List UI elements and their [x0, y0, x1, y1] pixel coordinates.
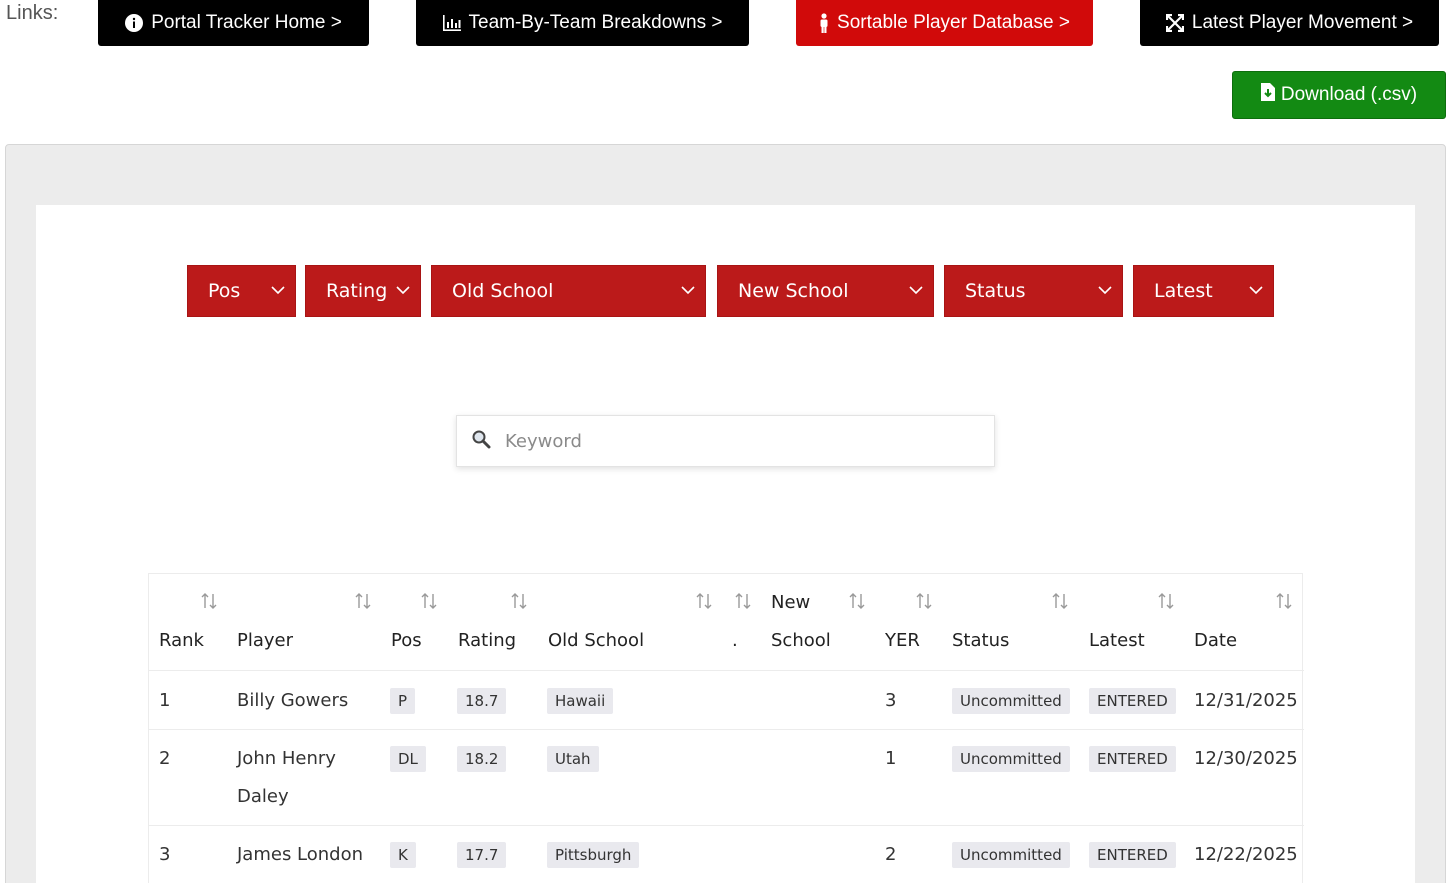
row-divider: [149, 825, 1304, 826]
arrows-expand-icon: [1165, 14, 1184, 32]
filter-old-school[interactable]: Old School: [431, 265, 706, 317]
download-csv-button[interactable]: Download (.csv): [1232, 71, 1446, 119]
cell-latest-tag: ENTERED: [1089, 688, 1176, 714]
column-header-date[interactable]: Date: [1194, 630, 1237, 651]
cell-old-school-tag: Pittsburgh: [547, 842, 640, 868]
sort-icon[interactable]: [735, 592, 751, 610]
chevron-down-icon: [681, 286, 695, 295]
filter-label: Status: [965, 280, 1026, 302]
cell-yer: 3: [885, 690, 897, 711]
cell-rating-tag: 18.7: [457, 688, 507, 714]
sort-icon[interactable]: [1276, 592, 1292, 610]
cell-rank: 1: [159, 690, 171, 711]
keyword-search[interactable]: [456, 415, 995, 467]
cell-rating-tag: 17.7: [457, 842, 507, 868]
cell-player[interactable]: Billy Gowers: [237, 690, 348, 711]
cell-status-tag: Uncommitted: [952, 842, 1070, 868]
download-label: Download (.csv): [1280, 84, 1418, 105]
cell-status-tag: Uncommitted: [952, 746, 1070, 772]
filter-rating[interactable]: Rating: [305, 265, 421, 317]
cell-date: 12/22/2025: [1194, 844, 1298, 865]
filter-pos[interactable]: Pos: [187, 265, 296, 317]
sort-icon[interactable]: [201, 592, 217, 610]
filter-label: New School: [738, 280, 849, 302]
cell-player[interactable]: James London: [237, 844, 363, 865]
header-divider: [149, 670, 1304, 671]
filter-latest[interactable]: Latest: [1133, 265, 1274, 317]
cell-date: 12/31/2025: [1194, 690, 1298, 711]
sort-icon[interactable]: [511, 592, 527, 610]
cell-pos-tag: P: [390, 688, 416, 714]
column-header-dot[interactable]: .: [732, 630, 738, 651]
info-circle-icon: [125, 14, 144, 32]
column-header-new-school-line2[interactable]: School: [771, 630, 831, 651]
cell-old-school-tag: Hawaii: [547, 688, 614, 714]
search-input[interactable]: [505, 430, 975, 452]
filter-label: Latest: [1154, 280, 1213, 302]
column-header-old-school[interactable]: Old School: [548, 630, 644, 651]
column-header-rating[interactable]: Rating: [458, 630, 516, 651]
cell-yer: 2: [885, 844, 897, 865]
links-label: Links:: [6, 2, 59, 24]
sort-icon[interactable]: [421, 592, 437, 610]
cell-player-line2[interactable]: Daley: [237, 786, 289, 807]
column-header-rank[interactable]: Rank: [159, 630, 204, 651]
nav-latest-player-movement[interactable]: Latest Player Movement >: [1140, 0, 1439, 46]
sort-icon[interactable]: [916, 592, 932, 610]
chevron-down-icon: [1098, 286, 1112, 295]
filter-label: Rating: [326, 280, 388, 302]
chevron-down-icon: [396, 286, 410, 295]
cell-rank: 2: [159, 748, 171, 769]
sort-icon[interactable]: [696, 592, 712, 610]
nav-team-breakdowns[interactable]: Team-By-Team Breakdowns >: [416, 0, 749, 46]
filter-label: Pos: [208, 280, 241, 302]
nav-portal-tracker-home[interactable]: Portal Tracker Home >: [98, 0, 369, 46]
nav-label: Team-By-Team Breakdowns >: [468, 12, 723, 33]
cell-pos-tag: K: [390, 842, 416, 868]
file-download-icon: [1260, 83, 1275, 107]
column-header-latest[interactable]: Latest: [1089, 630, 1145, 651]
sort-icon[interactable]: [1052, 592, 1068, 610]
nav-label: Portal Tracker Home >: [151, 12, 342, 33]
column-header-player[interactable]: Player: [237, 630, 293, 651]
sort-icon[interactable]: [849, 592, 865, 610]
column-header-pos[interactable]: Pos: [391, 630, 422, 651]
nav-label: Latest Player Movement >: [1191, 12, 1414, 33]
nav-sortable-player-database[interactable]: Sortable Player Database >: [796, 0, 1093, 46]
filter-label: Old School: [452, 280, 554, 302]
cell-pos-tag: DL: [390, 746, 426, 772]
sort-icon[interactable]: [355, 592, 371, 610]
column-header-status[interactable]: Status: [952, 630, 1009, 651]
search-icon: [471, 429, 491, 454]
cell-latest-tag: ENTERED: [1089, 842, 1176, 868]
chevron-down-icon: [1249, 286, 1263, 295]
person-icon: [819, 13, 829, 33]
cell-rank: 3: [159, 844, 171, 865]
player-table: Rank Player Pos Rating Old School . New …: [148, 573, 1304, 883]
filter-new-school[interactable]: New School: [717, 265, 934, 317]
bar-chart-icon: [442, 15, 461, 31]
nav-label: Sortable Player Database >: [837, 12, 1070, 33]
cell-yer: 1: [885, 748, 897, 769]
column-header-yer[interactable]: YER: [885, 630, 920, 651]
cell-player[interactable]: John Henry: [237, 748, 336, 769]
cell-old-school-tag: Utah: [547, 746, 599, 772]
filter-status[interactable]: Status: [944, 265, 1123, 317]
cell-status-tag: Uncommitted: [952, 688, 1070, 714]
row-divider: [149, 729, 1304, 730]
cell-rating-tag: 18.2: [457, 746, 507, 772]
sort-icon[interactable]: [1158, 592, 1174, 610]
column-header-new-school-line1[interactable]: New: [771, 592, 810, 613]
cell-date: 12/30/2025: [1194, 748, 1298, 769]
chevron-down-icon: [909, 286, 923, 295]
cell-latest-tag: ENTERED: [1089, 746, 1176, 772]
chevron-down-icon: [271, 286, 285, 295]
